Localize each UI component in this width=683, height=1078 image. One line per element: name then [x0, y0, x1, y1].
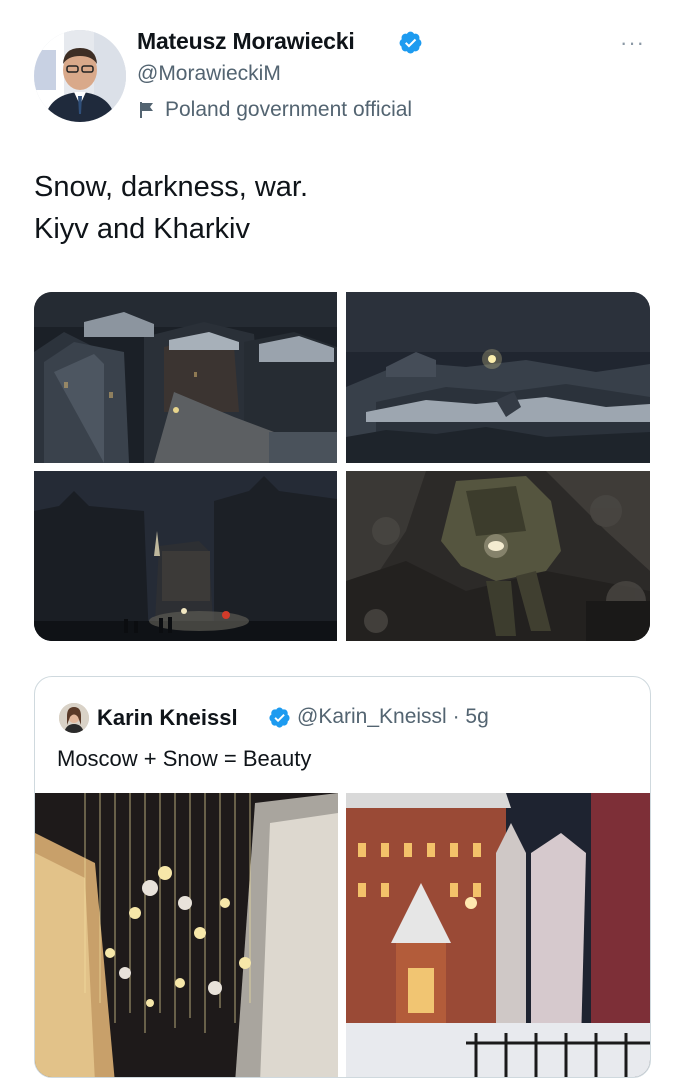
tweet-photo-3[interactable]	[34, 471, 337, 641]
author-name[interactable]: Mateusz Morawiecki	[137, 28, 355, 55]
quoted-author-handle[interactable]: @Karin_Kneissl	[297, 705, 447, 728]
government-label-text: Poland government official	[165, 98, 413, 121]
government-label: Poland government official	[137, 98, 412, 122]
quoted-author-meta: @Karin_Kneissl · 5g	[297, 705, 489, 729]
tweet-text-line: Snow, darkness, war.	[34, 171, 309, 203]
flag-icon	[140, 102, 153, 118]
author-handle[interactable]: @MorawieckiM	[137, 62, 281, 86]
more-options-icon[interactable]: ···	[620, 30, 645, 56]
quoted-author-avatar[interactable]	[59, 703, 89, 733]
tweet-text: Snow, darkness, war. Kiyv and Kharkiv	[34, 166, 308, 250]
verified-badge-icon	[269, 707, 290, 728]
meta-separator: ·	[452, 705, 460, 728]
quoted-tweet-time[interactable]: 5g	[465, 705, 488, 728]
quoted-author-name[interactable]: Karin Kneissl	[97, 705, 238, 731]
tweet-photo-grid	[34, 292, 650, 641]
quoted-photo-2[interactable]	[346, 793, 650, 1077]
tweet-photo-1[interactable]	[34, 292, 337, 463]
tweet-text-line: Kiyv and Kharkiv	[34, 213, 250, 245]
author-avatar[interactable]	[34, 30, 126, 122]
quoted-tweet-text: Moscow + Snow = Beauty	[57, 746, 312, 771]
tweet-photo-2[interactable]	[346, 292, 650, 463]
tweet-photo-4[interactable]	[346, 471, 650, 641]
quoted-photo-1[interactable]	[35, 793, 338, 1077]
quoted-photo-grid	[35, 793, 650, 1077]
quoted-tweet[interactable]: Karin Kneissl @Karin_Kneissl · 5g Moscow…	[34, 676, 651, 1078]
verified-badge-icon	[399, 31, 422, 54]
